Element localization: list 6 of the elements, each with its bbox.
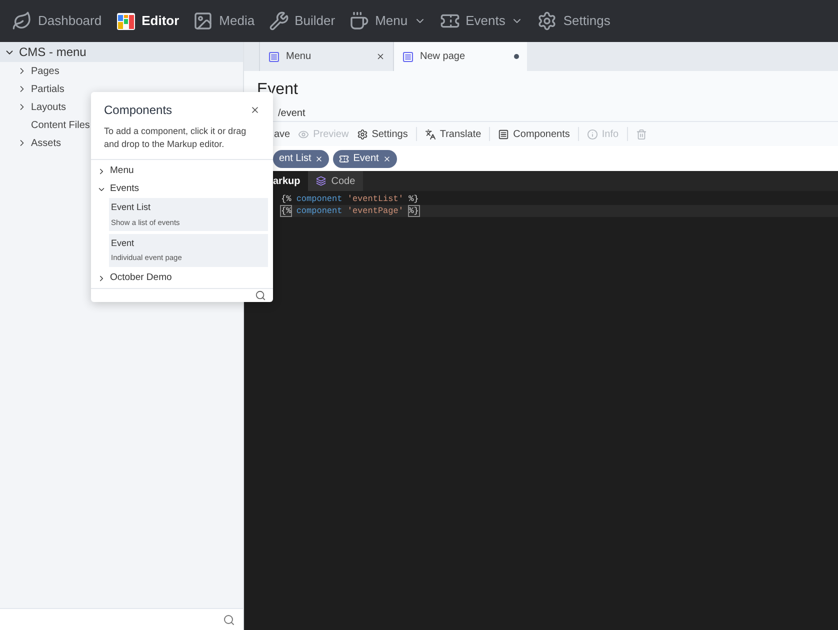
component-title: Event xyxy=(111,236,136,250)
popup-title: Components xyxy=(104,102,172,119)
popup-description: To add a component, click it or drag and drop to the Markup editor. xyxy=(104,125,248,151)
code-line: {% component 'eventList' %} xyxy=(281,193,420,205)
component-title: Event List xyxy=(111,201,152,214)
page-url: /event xyxy=(278,108,306,119)
